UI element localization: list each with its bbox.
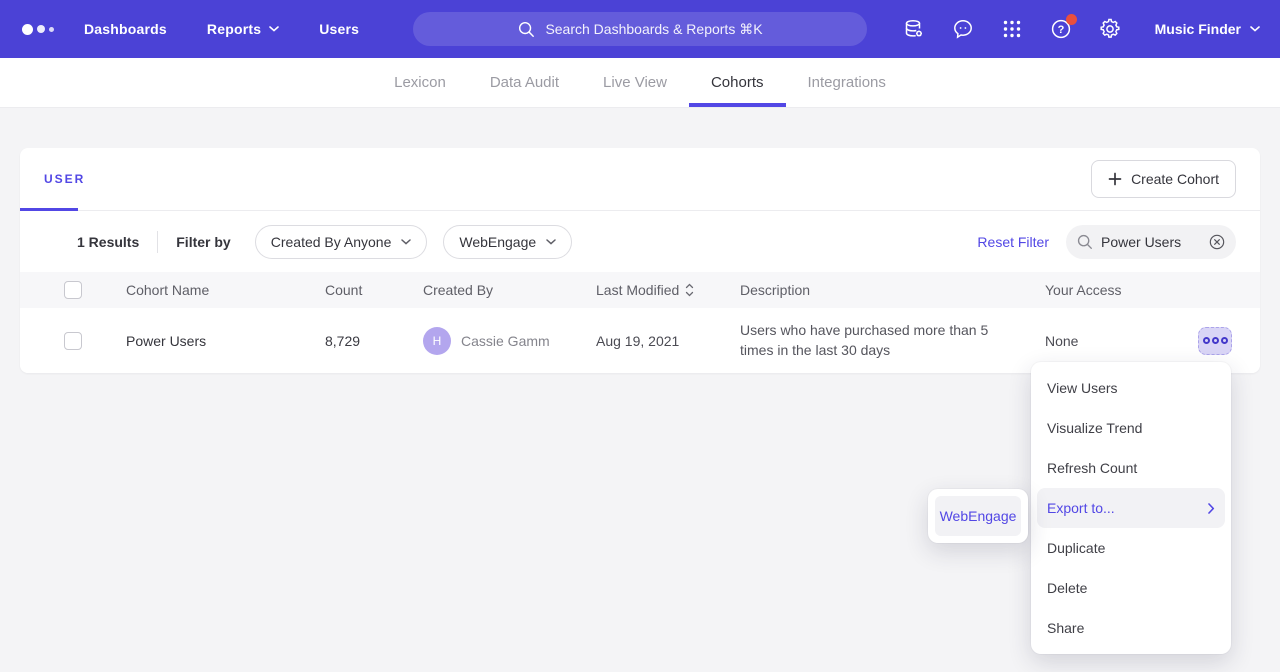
menu-item-view-users[interactable]: View Users bbox=[1037, 368, 1225, 408]
row-more-actions-button[interactable] bbox=[1198, 327, 1232, 355]
row-checkbox[interactable] bbox=[64, 332, 82, 350]
tab-integrations[interactable]: Integrations bbox=[786, 58, 908, 107]
tab-data-audit[interactable]: Data Audit bbox=[468, 58, 581, 107]
card-header: USER Create Cohort bbox=[20, 148, 1260, 211]
webengage-filter-dropdown[interactable]: WebEngage bbox=[443, 225, 572, 259]
tab-cohorts[interactable]: Cohorts bbox=[689, 58, 786, 107]
last-modified-cell: Aug 19, 2021 bbox=[596, 333, 740, 349]
cohorts-card: USER Create Cohort 1 Results Filter by C… bbox=[20, 148, 1260, 373]
clear-search-icon[interactable] bbox=[1208, 233, 1226, 251]
submenu-item-webengage[interactable]: WebEngage bbox=[935, 496, 1021, 536]
created-by-filter-dropdown[interactable]: Created By Anyone bbox=[255, 225, 428, 259]
global-search-input[interactable]: Search Dashboards & Reports ⌘K bbox=[413, 12, 867, 46]
count-cell: 8,729 bbox=[325, 333, 423, 349]
filter-bar: 1 Results Filter by Created By Anyone We… bbox=[20, 211, 1260, 272]
mixpanel-logo-icon[interactable] bbox=[22, 24, 54, 35]
nav-dashboards[interactable]: Dashboards bbox=[84, 21, 167, 37]
menu-item-refresh-count[interactable]: Refresh Count bbox=[1037, 448, 1225, 488]
secondary-tabbar: Lexicon Data Audit Live View Cohorts Int… bbox=[0, 58, 1280, 108]
cohort-name-cell[interactable]: Power Users bbox=[126, 333, 325, 349]
col-description: Description bbox=[740, 282, 1045, 298]
search-icon bbox=[1076, 233, 1093, 250]
col-cohort-name: Cohort Name bbox=[126, 282, 325, 298]
chevron-right-icon bbox=[1208, 503, 1215, 514]
menu-item-visualize-trend[interactable]: Visualize Trend bbox=[1037, 408, 1225, 448]
tab-live-view[interactable]: Live View bbox=[581, 58, 689, 107]
search-icon bbox=[517, 20, 535, 38]
tab-lexicon[interactable]: Lexicon bbox=[372, 58, 468, 107]
chevron-down-icon bbox=[269, 26, 279, 32]
row-context-menu: View Users Visualize Trend Refresh Count… bbox=[1031, 362, 1231, 654]
project-switcher[interactable]: Music Finder bbox=[1155, 21, 1260, 37]
topnav-actions: ? Music Finder bbox=[902, 17, 1260, 41]
notification-badge bbox=[1066, 14, 1077, 25]
col-count: Count bbox=[325, 282, 423, 298]
active-tab-underline bbox=[20, 208, 78, 211]
description-cell: Users who have purchased more than 5 tim… bbox=[740, 321, 1045, 361]
select-all-checkbox[interactable] bbox=[64, 281, 82, 299]
reset-filter-link[interactable]: Reset Filter bbox=[977, 234, 1049, 250]
menu-item-delete[interactable]: Delete bbox=[1037, 568, 1225, 608]
nav-reports[interactable]: Reports bbox=[207, 21, 279, 37]
export-submenu: WebEngage bbox=[928, 489, 1028, 543]
plus-icon bbox=[1108, 172, 1122, 186]
data-management-icon[interactable] bbox=[902, 17, 926, 41]
menu-item-export-to[interactable]: Export to... bbox=[1037, 488, 1225, 528]
col-your-access: Your Access bbox=[1045, 282, 1198, 298]
top-navigation: Dashboards Reports Users Search Dashboar… bbox=[0, 0, 1280, 58]
cohort-search-box bbox=[1066, 225, 1236, 259]
col-created-by: Created By bbox=[423, 282, 596, 298]
avatar: H bbox=[423, 327, 451, 355]
svg-text:?: ? bbox=[1057, 24, 1064, 36]
filter-by-label: Filter by bbox=[176, 234, 230, 250]
chevron-down-icon bbox=[1250, 26, 1260, 32]
user-section-tab[interactable]: USER bbox=[44, 172, 85, 186]
messages-icon[interactable] bbox=[951, 17, 975, 41]
apps-grid-icon[interactable] bbox=[1000, 17, 1024, 41]
col-last-modified[interactable]: Last Modified bbox=[596, 282, 740, 298]
nav-users[interactable]: Users bbox=[319, 21, 359, 37]
help-icon[interactable]: ? bbox=[1049, 17, 1073, 41]
divider bbox=[157, 231, 158, 253]
created-by-cell: H Cassie Gamm bbox=[423, 327, 596, 355]
chevron-down-icon bbox=[546, 239, 556, 245]
primary-nav: Dashboards Reports Users bbox=[84, 21, 359, 37]
table-header: Cohort Name Count Created By Last Modifi… bbox=[20, 272, 1260, 308]
settings-gear-icon[interactable] bbox=[1098, 17, 1122, 41]
cohort-search-input[interactable] bbox=[1101, 234, 1193, 250]
results-count: 1 Results bbox=[77, 234, 139, 250]
access-cell: None bbox=[1045, 333, 1198, 349]
create-cohort-button[interactable]: Create Cohort bbox=[1091, 160, 1236, 198]
menu-item-duplicate[interactable]: Duplicate bbox=[1037, 528, 1225, 568]
menu-item-share[interactable]: Share bbox=[1037, 608, 1225, 648]
sort-icon bbox=[685, 283, 694, 297]
chevron-down-icon bbox=[401, 239, 411, 245]
